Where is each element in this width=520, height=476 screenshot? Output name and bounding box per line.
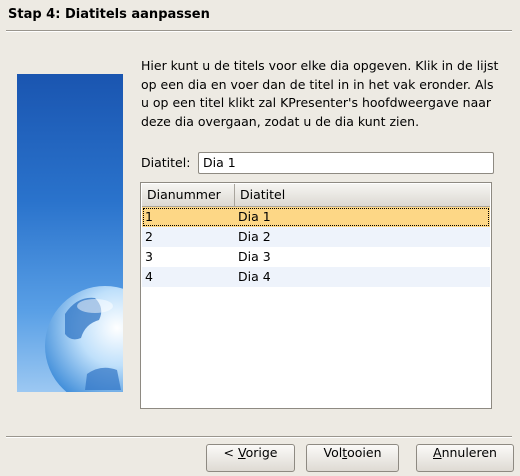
wizard-step-title: Stap 4: Diatitels aanpassen <box>8 7 210 22</box>
back-mnemonic: V <box>237 445 246 460</box>
slide-title-label: Diatitel: <box>141 155 191 170</box>
title-separator <box>6 30 512 32</box>
column-header-title[interactable]: Diatitel <box>235 184 491 206</box>
slide-list[interactable]: Dianummer Diatitel 1 Dia 1 2 Dia 2 3 Dia… <box>140 182 492 409</box>
finish-label-post: ooien <box>347 445 382 460</box>
finish-button[interactable]: Voltooien <box>306 444 399 472</box>
button-separator <box>6 436 512 438</box>
wizard-description: Hier kunt u de titels voor elke dia opge… <box>141 58 499 129</box>
finish-label-pre: Vol <box>323 445 343 460</box>
table-row[interactable]: 4 Dia 4 <box>142 267 490 287</box>
table-row[interactable]: 2 Dia 2 <box>142 227 490 247</box>
slide-title: Dia 2 <box>238 229 271 244</box>
slide-title: Dia 1 <box>238 209 271 224</box>
slide-title: Dia 3 <box>238 249 271 264</box>
table-row[interactable]: 3 Dia 3 <box>142 247 490 267</box>
slide-number: 3 <box>145 249 153 264</box>
slide-title: Dia 4 <box>238 269 271 284</box>
slide-title-input[interactable]: Dia 1 <box>198 152 494 174</box>
slide-number: 1 <box>145 209 153 224</box>
back-label-pre: < <box>223 445 238 460</box>
table-header: Dianummer Diatitel <box>142 184 490 207</box>
slide-number: 4 <box>145 269 153 284</box>
back-label-post: orige <box>245 445 278 460</box>
column-header-number[interactable]: Dianummer <box>142 184 235 206</box>
wizard-sidebar-image <box>17 74 123 392</box>
table-row-selected[interactable]: 1 Dia 1 <box>142 207 490 227</box>
slide-number: 2 <box>145 229 153 244</box>
globe-icon <box>45 286 123 392</box>
cancel-button[interactable]: Annuleren <box>416 444 514 472</box>
cancel-label-post: nnuleren <box>441 445 497 460</box>
back-button[interactable]: < Vorige <box>206 444 295 472</box>
cancel-mnemonic: A <box>433 445 442 460</box>
